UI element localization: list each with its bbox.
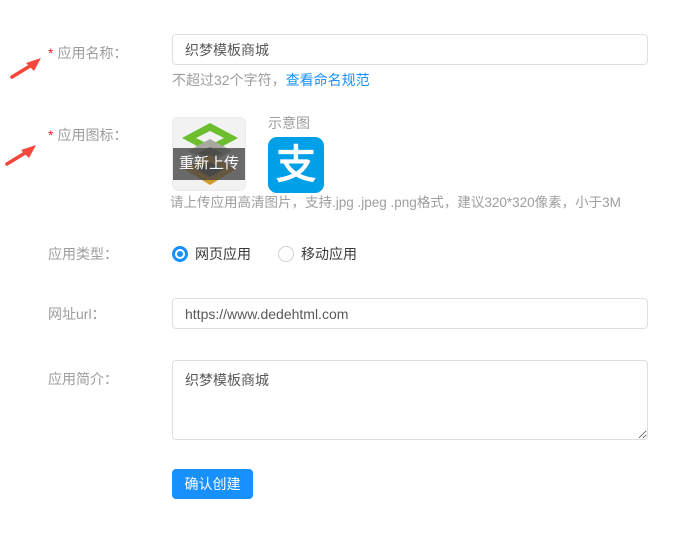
naming-rules-link[interactable]: 查看命名规范 xyxy=(286,72,370,88)
annotation-arrow-icon xyxy=(5,143,39,167)
alipay-logo-icon: 支 xyxy=(268,137,324,193)
app-name-helper: 不超过32个字符，查看命名规范 xyxy=(172,70,370,90)
app-icon-label: *应用图标： xyxy=(48,125,127,145)
app-intro-label: 应用简介： xyxy=(48,369,118,389)
radio-web-app[interactable]: 网页应用 xyxy=(172,244,251,264)
radio-mobile-app-label: 移动应用 xyxy=(301,244,357,264)
alipay-glyph: 支 xyxy=(276,145,316,185)
app-icon-helper: 请上传应用高清图片，支持.jpg .jpeg .png格式，建议320*320像… xyxy=(170,194,621,212)
site-url-input[interactable] xyxy=(172,298,648,329)
radio-selected-icon xyxy=(172,246,188,262)
app-type-radio-group: 网页应用 移动应用 xyxy=(172,244,357,264)
app-type-label: 应用类型： xyxy=(48,244,118,264)
required-asterisk: * xyxy=(48,45,53,61)
radio-mobile-app[interactable]: 移动应用 xyxy=(278,244,357,264)
required-asterisk: * xyxy=(48,127,53,143)
app-name-helper-text: 不超过32个字符， xyxy=(172,72,286,88)
radio-unselected-icon xyxy=(278,246,294,262)
app-name-input[interactable] xyxy=(172,34,648,65)
reupload-overlay[interactable]: 重新上传 xyxy=(173,148,245,180)
confirm-create-button[interactable]: 确认创建 xyxy=(172,469,253,499)
radio-web-app-label: 网页应用 xyxy=(195,244,251,264)
app-name-label: *应用名称： xyxy=(48,43,127,63)
icon-upload-button[interactable]: 重新上传 xyxy=(172,117,246,191)
site-url-label: 网址url： xyxy=(48,304,106,324)
annotation-arrow-icon xyxy=(10,56,44,80)
app-create-form: *应用名称： 不超过32个字符，查看命名规范 *应用图标： 重新上传 示意图 支… xyxy=(0,0,691,555)
example-caption: 示意图 xyxy=(268,113,310,133)
app-intro-textarea[interactable]: 织梦模板商城 xyxy=(172,360,648,440)
